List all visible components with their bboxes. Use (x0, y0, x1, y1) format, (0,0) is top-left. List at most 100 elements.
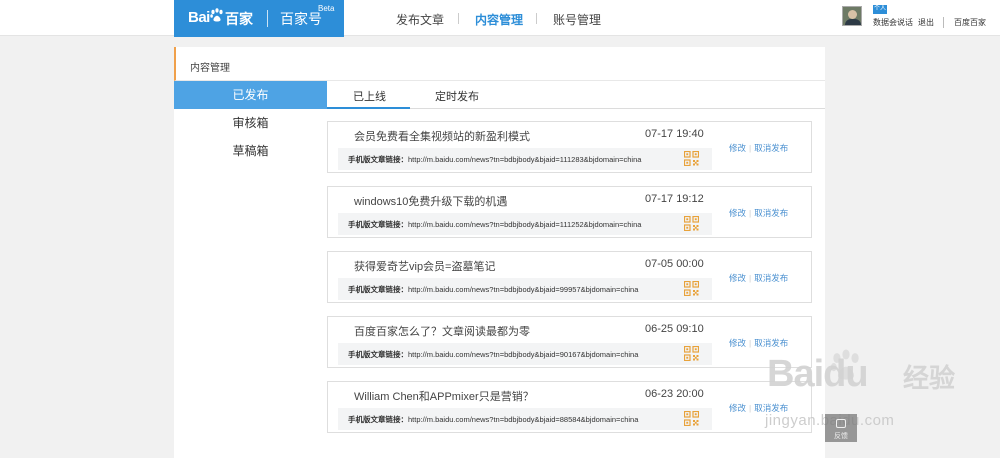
personal-account-badge: 个人 (873, 5, 887, 14)
mobile-link-url: http://m.baidu.com/news?tn=bdbjbody&bjai… (408, 220, 642, 229)
mobile-link-row: 手机版文章链接：http://m.baidu.com/news?tn=bdbjb… (338, 408, 712, 430)
article-title[interactable]: windows10免费升级下载的机遇 (354, 193, 507, 209)
tab-online[interactable]: 已上线 (353, 88, 386, 104)
action-divider: | (749, 273, 752, 283)
username-link[interactable]: 数据会说话 (873, 17, 913, 28)
article-actions: 修改 | 取消发布 (729, 272, 788, 284)
mobile-link-url: http://m.baidu.com/news?tn=bdbjbody&bjai… (408, 350, 639, 359)
mobile-link-row: 手机版文章链接：http://m.baidu.com/news?tn=bdbjb… (338, 213, 712, 235)
unpublish-link[interactable]: 取消发布 (754, 273, 788, 283)
mobile-link-label: 手机版文章链接： (348, 415, 408, 424)
article-publish-time: 07-17 19:12 (645, 193, 704, 205)
user-avatar[interactable] (842, 6, 862, 26)
mobile-link-url: http://m.baidu.com/news?tn=bdbjbody&bjai… (408, 155, 642, 164)
article-publish-time: 06-23 20:00 (645, 388, 704, 400)
qr-code-icon[interactable] (684, 346, 699, 361)
sidebar: 已发布 审核箱 草稿箱 (174, 81, 327, 458)
unpublish-link[interactable]: 取消发布 (754, 208, 788, 218)
mobile-link[interactable]: 手机版文章链接：http://m.baidu.com/news?tn=bdbjb… (348, 349, 638, 360)
qr-code-icon[interactable] (684, 281, 699, 296)
feedback-icon (836, 419, 846, 428)
mobile-link[interactable]: 手机版文章链接：http://m.baidu.com/news?tn=bdbjb… (348, 414, 638, 425)
content-panel: 内容管理 已发布 审核箱 草稿箱 已上线 定时发布 会员免费看全集视频站的新盈利… (174, 47, 825, 458)
qr-code-icon[interactable] (684, 151, 699, 166)
article-actions: 修改 | 取消发布 (729, 207, 788, 219)
article-main: 会员免费看全集视频站的新盈利模式 07-17 19:40 手机版文章链接：htt… (328, 122, 712, 172)
article-card: 获得爱奇艺vip会员=盗墓笔记 07-05 00:00 手机版文章链接：http… (327, 251, 812, 303)
article-main: windows10免费升级下载的机遇 07-17 19:12 手机版文章链接：h… (328, 187, 712, 237)
action-divider: | (749, 208, 752, 218)
logo-product-name: 百家号 (280, 11, 322, 27)
article-card: 会员免费看全集视频站的新盈利模式 07-17 19:40 手机版文章链接：htt… (327, 121, 812, 173)
article-actions: 修改 | 取消发布 (729, 337, 788, 349)
sidebar-item-published[interactable]: 已发布 (174, 81, 327, 109)
logo-baidu-cn-text: 百家 (225, 11, 253, 27)
article-title[interactable]: 百度百家怎么了？文章阅读最都为零 (354, 323, 530, 339)
active-tab-indicator (327, 107, 410, 109)
logo-divider (267, 10, 268, 27)
panel-title: 内容管理 (190, 63, 230, 74)
sidebar-item-review-box[interactable]: 审核箱 (174, 109, 327, 137)
tab-bar: 已上线 定时发布 (327, 81, 825, 109)
panel-header: 内容管理 (174, 47, 825, 81)
sidebar-item-drafts[interactable]: 草稿箱 (174, 137, 327, 165)
nav-content-management[interactable]: 内容管理 (475, 11, 523, 28)
edit-link[interactable]: 修改 (729, 403, 746, 413)
edit-link[interactable]: 修改 (729, 273, 746, 283)
mobile-link-label: 手机版文章链接： (348, 285, 408, 294)
watermark-paw-icon (830, 349, 859, 380)
qr-code-icon[interactable] (684, 411, 699, 426)
mobile-link-label: 手机版文章链接： (348, 350, 408, 359)
nav-account-management[interactable]: 账号管理 (553, 11, 601, 28)
qr-code-icon[interactable] (684, 216, 699, 231)
user-divider (943, 17, 944, 28)
baijiahao-logo[interactable]: Bai 百家 百家号 Beta (174, 0, 344, 37)
mobile-link-label: 手机版文章链接： (348, 155, 408, 164)
article-publish-time: 07-17 19:40 (645, 128, 704, 140)
mobile-link-url: http://m.baidu.com/news?tn=bdbjbody&bjai… (408, 285, 639, 294)
beta-badge: Beta (318, 4, 335, 13)
article-card: 百度百家怎么了？文章阅读最都为零 06-25 09:10 手机版文章链接：htt… (327, 316, 812, 368)
baidu-paw-icon (210, 8, 223, 22)
nav-publish-article[interactable]: 发布文章 (396, 11, 444, 28)
mobile-link[interactable]: 手机版文章链接：http://m.baidu.com/news?tn=bdbjb… (348, 154, 641, 165)
watermark-jingyan: 经验 (903, 363, 956, 393)
main-content: 已上线 定时发布 会员免费看全集视频站的新盈利模式 07-17 19:40 手机… (327, 81, 825, 458)
article-title[interactable]: 获得爱奇艺vip会员=盗墓笔记 (354, 258, 496, 274)
action-divider: | (749, 403, 752, 413)
unpublish-link[interactable]: 取消发布 (754, 338, 788, 348)
article-actions: 修改 | 取消发布 (729, 402, 788, 414)
article-actions: 修改 | 取消发布 (729, 142, 788, 154)
mobile-link[interactable]: 手机版文章链接：http://m.baidu.com/news?tn=bdbjb… (348, 284, 638, 295)
top-navigation-bar: Bai 百家 百家号 Beta 发布文章 内容管理 账号管理 个人 数据会说话 … (0, 0, 1000, 37)
article-publish-time: 06-25 09:10 (645, 323, 704, 335)
edit-link[interactable]: 修改 (729, 143, 746, 153)
unpublish-link[interactable]: 取消发布 (754, 143, 788, 153)
article-main: William Chen和APPmixer只是营销？ 06-23 20:00 手… (328, 382, 712, 432)
mobile-link-row: 手机版文章链接：http://m.baidu.com/news?tn=bdbjb… (338, 278, 712, 300)
article-title[interactable]: 会员免费看全集视频站的新盈利模式 (354, 128, 530, 144)
logout-link[interactable]: 退出 (918, 17, 934, 28)
mobile-link-label: 手机版文章链接： (348, 220, 408, 229)
feedback-label: 反馈 (834, 433, 848, 440)
baidu-baijia-link[interactable]: 百度百家 (954, 17, 986, 28)
nav-divider (536, 13, 537, 24)
article-main: 获得爱奇艺vip会员=盗墓笔记 07-05 00:00 手机版文章链接：http… (328, 252, 712, 302)
tab-scheduled[interactable]: 定时发布 (435, 88, 479, 104)
action-divider: | (749, 338, 752, 348)
article-main: 百度百家怎么了？文章阅读最都为零 06-25 09:10 手机版文章链接：htt… (328, 317, 712, 367)
mobile-link-row: 手机版文章链接：http://m.baidu.com/news?tn=bdbjb… (338, 343, 712, 365)
article-title[interactable]: William Chen和APPmixer只是营销？ (354, 388, 534, 404)
edit-link[interactable]: 修改 (729, 338, 746, 348)
mobile-link[interactable]: 手机版文章链接：http://m.baidu.com/news?tn=bdbjb… (348, 219, 641, 230)
mobile-link-row: 手机版文章链接：http://m.baidu.com/news?tn=bdbjb… (338, 148, 712, 170)
article-card: windows10免费升级下载的机遇 07-17 19:12 手机版文章链接：h… (327, 186, 812, 238)
nav-divider (458, 13, 459, 24)
article-card: William Chen和APPmixer只是营销？ 06-23 20:00 手… (327, 381, 812, 433)
article-publish-time: 07-05 00:00 (645, 258, 704, 270)
unpublish-link[interactable]: 取消发布 (754, 403, 788, 413)
edit-link[interactable]: 修改 (729, 208, 746, 218)
logo-bai-text: Bai (188, 9, 210, 26)
mobile-link-url: http://m.baidu.com/news?tn=bdbjbody&bjai… (408, 415, 639, 424)
feedback-button[interactable]: 反馈 (825, 414, 857, 442)
